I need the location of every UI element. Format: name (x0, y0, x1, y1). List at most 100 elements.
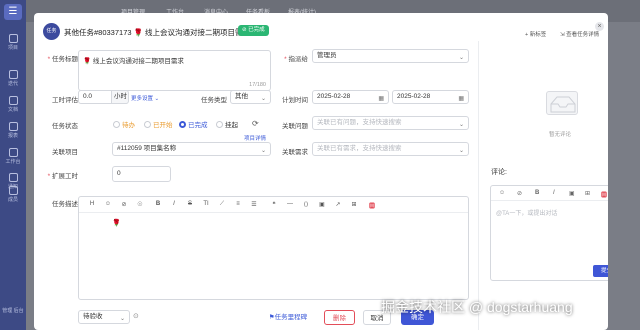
assignee-label: * 指派给 (284, 56, 308, 63)
chevron-down-icon: ⌄ (458, 55, 464, 61)
heading-icon[interactable]: H (87, 201, 97, 207)
project-detail-link[interactable]: 项目详情 (244, 134, 266, 142)
view-detail-button[interactable]: ⇲ 查看任务详情 (560, 30, 599, 38)
sidebar-footer[interactable]: 管理 后台 (0, 307, 26, 314)
chevron-down-icon: ⌄ (154, 96, 160, 102)
plan-start-date[interactable]: 2025-02-28 ▦ (312, 90, 389, 104)
refresh-icon[interactable]: ⟳ (252, 119, 259, 128)
radio-checked-icon (179, 120, 186, 128)
status-radio-started[interactable]: 已开始 (144, 119, 173, 129)
description-editor[interactable]: H ☺ ⊘ ☉ B I S TI ⟋ ≡ ☰ ❝ — ⟨⟩ ▣ ↗ ⊞ 🅼 🌹 (78, 196, 469, 300)
sidebar-item-iteration[interactable]: 迭代 (0, 70, 26, 87)
empty-comments-text: 暂无评论 (549, 132, 572, 138)
emoji-icon[interactable]: ☺ (103, 201, 113, 207)
comment-placeholder: @TA一下，或提出对话 (496, 211, 558, 217)
text-size-icon[interactable]: TI (201, 201, 211, 207)
code-icon[interactable]: ⟨⟩ (301, 201, 311, 208)
brand-icon[interactable]: 🅼 (601, 190, 607, 199)
app-sidebar: ☰ 项目 迭代 文档 报表 工作台 通知 成员 管理 后台 (0, 0, 26, 330)
project-select[interactable]: #112059 项目集名称 ⌄ (112, 142, 271, 156)
close-button[interactable]: × (595, 22, 604, 31)
mention-icon[interactable]: ⊘ (119, 201, 129, 208)
status-radio-todo[interactable]: 待办 (113, 119, 135, 129)
delete-button[interactable]: 删除 (324, 310, 355, 325)
modal-title: 其他任务#80337173 🌹 线上会议沟通对接二期项目需求 (64, 28, 251, 37)
bold-icon[interactable]: B (153, 201, 163, 207)
sidebar-item-docs[interactable]: 文档 (0, 96, 26, 113)
sidebar-item-report[interactable]: 报表 (0, 122, 26, 139)
emoji-icon[interactable]: ☺ (499, 190, 505, 196)
user-icon (8, 186, 18, 195)
italic-icon[interactable]: I (553, 190, 555, 196)
color-icon[interactable]: ☉ (135, 201, 145, 208)
mention-icon[interactable]: ⊘ (517, 190, 522, 197)
sidebar-item-workbench[interactable]: 工作台 (0, 148, 26, 165)
task-type-select[interactable]: 其他 ⌄ (230, 90, 271, 104)
plan-end-date[interactable]: 2025-02-28 ▦ (392, 90, 469, 104)
status-badge: ⊘ 已完成 (238, 25, 269, 36)
description-content: 🌹 (112, 220, 121, 227)
toolbar-divider (79, 212, 468, 213)
expand-hours-label: * 扩展工时 (47, 173, 78, 180)
project-label: 关联项目 (52, 149, 78, 156)
chevron-down-icon: ⌄ (458, 148, 464, 154)
project-icon (8, 34, 18, 43)
bell-icon (8, 173, 18, 182)
help-icon[interactable]: ⊙ (133, 312, 139, 320)
menu-icon[interactable]: ☰ (4, 4, 22, 20)
desc-label: 任务描述 (52, 201, 78, 208)
status-radio-done[interactable]: 已完成 (179, 119, 208, 129)
comment-toolbar-divider (491, 200, 608, 201)
chevron-down-icon: ⌄ (260, 148, 266, 154)
clear-format-icon[interactable]: ⟋ (217, 201, 227, 208)
task-title-label: * 任务标题 (47, 56, 78, 63)
list-icon[interactable]: ☰ (249, 201, 259, 208)
italic-icon[interactable]: I (169, 201, 179, 207)
status-label: 任务状态 (52, 123, 78, 130)
milestone-button[interactable]: ⚑任务里程碑 (260, 310, 316, 325)
sidebar-item-members[interactable]: 成员 (0, 186, 26, 203)
report-icon (8, 122, 18, 131)
estimate-unit: 小时 (111, 90, 129, 104)
related-issue-label: 关联问题 (282, 123, 308, 130)
task-title-input[interactable]: 🌹 线上会议沟通对接二期项目需求 17/180 (78, 50, 271, 91)
strike-icon[interactable]: S (185, 201, 195, 207)
related-issue-select[interactable]: 关联已有问题，支持快速搜索 ⌄ (312, 116, 469, 130)
chevron-down-icon: ⌄ (458, 122, 464, 128)
sidebar-item-project[interactable]: 项目 (0, 34, 26, 51)
workbench-icon (8, 148, 18, 157)
table-icon[interactable]: ⊞ (349, 201, 359, 208)
bold-icon[interactable]: B (535, 190, 539, 196)
related-req-select[interactable]: 关联已有需求，支持快速搜索 ⌄ (312, 142, 469, 156)
submit-comment-button[interactable]: 提交评论 (593, 265, 608, 277)
stage-select[interactable]: 待验收 ⌄ (78, 310, 130, 324)
more-settings-link[interactable]: 更多设置 ⌄ (131, 94, 159, 102)
link-icon[interactable]: ↗ (333, 201, 343, 208)
task-type-label: 任务类型 (201, 97, 227, 104)
quote-icon[interactable]: ❝ (269, 201, 279, 208)
chevron-down-icon: ⌄ (260, 96, 266, 102)
task-detail-modal: 任务 其他任务#80337173 🌹 线上会议沟通对接二期项目需求 ⊘ 已完成 … (34, 13, 608, 330)
assignee-select[interactable]: 管理员 ⌄ (312, 49, 469, 63)
expand-hours-input[interactable]: 0 (112, 166, 171, 182)
calendar-icon: ▦ (458, 96, 464, 102)
align-icon[interactable]: ≡ (233, 201, 243, 207)
comment-editor[interactable]: ☺ ⊘ B I ▣ ⊞ 🅼 @TA一下，或提出对话 提交评论 (490, 185, 608, 281)
radio-icon (216, 120, 223, 128)
table-icon[interactable]: ⊞ (585, 190, 590, 197)
modal-header: 任务 其他任务#80337173 🌹 线上会议沟通对接二期项目需求 ⊘ 已完成 … (34, 13, 608, 47)
char-counter: 17/180 (249, 82, 266, 88)
brand-icon[interactable]: 🅼 (367, 201, 377, 210)
related-req-label: 关联需求 (282, 149, 308, 156)
hr-icon[interactable]: — (285, 201, 295, 207)
inbox-icon (546, 91, 578, 115)
status-radio-suspend[interactable]: 挂起 (216, 119, 238, 129)
estimate-label: 工时评估 (52, 97, 78, 104)
new-tab-button[interactable]: + 新标签 (525, 30, 546, 38)
task-type-badge: 任务 (43, 23, 60, 40)
calendar-icon: ▦ (378, 96, 384, 102)
panel-divider (478, 41, 479, 330)
image-icon[interactable]: ▣ (569, 190, 575, 197)
estimate-input[interactable]: 0.0 (78, 90, 112, 104)
image-icon[interactable]: ▣ (317, 201, 327, 208)
